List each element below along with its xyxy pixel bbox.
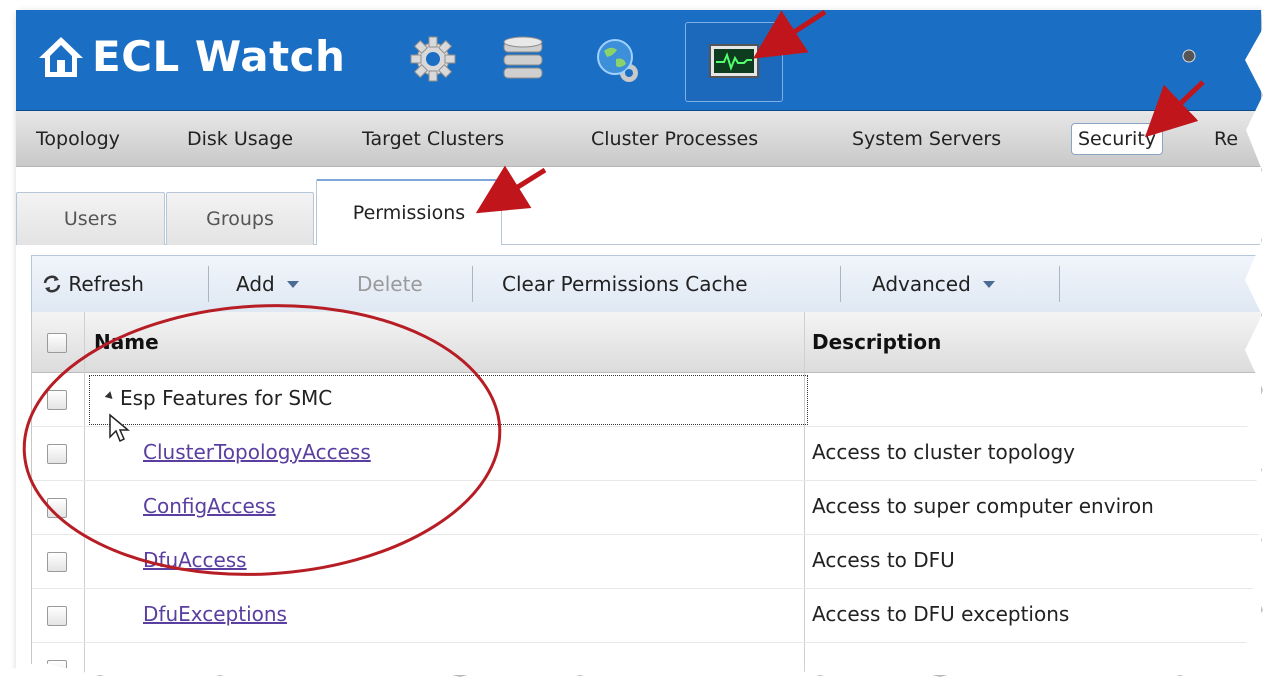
home-icon — [39, 36, 83, 77]
refresh-icon — [43, 275, 61, 293]
refresh-button[interactable]: Refresh — [42, 272, 144, 296]
permission-link[interactable]: ConfigAccess — [143, 494, 276, 518]
permission-description: Access to super computer environ — [812, 494, 1154, 518]
advanced-button[interactable]: Advanced — [872, 272, 996, 296]
column-name[interactable]: Name — [94, 330, 159, 354]
tab-permissions[interactable]: Permissions — [316, 179, 502, 245]
tab-groups-label: Groups — [206, 208, 274, 230]
clear-permissions-cache-button[interactable]: Clear Permissions Cache — [502, 272, 748, 296]
chevron-down-icon — [983, 281, 996, 288]
grid-header: Name Description — [32, 312, 1261, 373]
nav-system-servers[interactable]: System Servers — [852, 128, 1001, 150]
nav-resources[interactable]: Re — [1214, 128, 1238, 150]
permission-link[interactable]: DfuExceptions — [143, 602, 287, 626]
ecl-watch-window: ECL Watch Topology Disk Usage Target Clu… — [16, 10, 1261, 675]
nav-topology[interactable]: Topology — [36, 128, 120, 150]
toolbar-divider — [840, 266, 841, 302]
toolbar-divider — [208, 266, 209, 302]
main-nav: Topology Disk Usage Target Clusters Clus… — [16, 111, 1261, 167]
delete-button[interactable]: Delete — [357, 272, 423, 296]
globe-icon[interactable] — [588, 32, 642, 86]
group-row[interactable]: Esp Features for SMC — [32, 373, 1261, 443]
tab-permissions-label: Permissions — [352, 202, 466, 224]
nav-target-clusters[interactable]: Target Clusters — [362, 128, 504, 150]
add-label: Add — [236, 272, 275, 296]
permission-link[interactable]: ClusterTopologyAccess — [143, 440, 371, 464]
group-label: Esp Features for SMC — [120, 386, 333, 410]
row-checkbox[interactable] — [47, 444, 67, 464]
row-checkbox[interactable] — [47, 498, 67, 518]
table-row[interactable]: ConfigAccess Access to super computer en… — [32, 481, 1261, 535]
row-checkbox[interactable] — [47, 390, 67, 410]
status-dot-icon — [1181, 48, 1197, 64]
gear-icon[interactable] — [406, 32, 460, 86]
table-row[interactable]: DfuAccess Access to DFU — [32, 535, 1261, 589]
row-checkbox[interactable] — [47, 606, 67, 626]
toolbar-divider — [1059, 266, 1060, 302]
row-checkbox[interactable] — [47, 660, 67, 675]
select-all-checkbox[interactable] — [47, 333, 67, 353]
permission-description: Access to DFU — [812, 548, 955, 572]
monitor-button[interactable] — [685, 22, 783, 102]
tab-users[interactable]: Users — [16, 192, 165, 245]
nav-cluster-processes[interactable]: Cluster Processes — [591, 128, 758, 150]
permission-description: Access to cluster topology — [812, 440, 1075, 464]
column-description[interactable]: Description — [812, 330, 941, 354]
nav-security[interactable]: Security — [1071, 123, 1164, 155]
app-title: ECL Watch — [92, 32, 346, 81]
advanced-label: Advanced — [872, 272, 971, 296]
permission-link[interactable]: DfuAccess — [143, 548, 247, 572]
refresh-label: Refresh — [68, 272, 144, 296]
nav-disk-usage[interactable]: Disk Usage — [187, 128, 293, 150]
app-logo[interactable]: ECL Watch — [36, 32, 345, 81]
security-tabs: Users Groups Permissions — [16, 167, 1261, 245]
table-row[interactable]: DfuExceptions Access to DFU exceptions — [32, 589, 1261, 643]
toolbar-divider — [472, 266, 473, 302]
collapse-icon[interactable] — [104, 391, 116, 402]
database-icon[interactable] — [496, 32, 550, 86]
permissions-grid: Name Description Esp Features for SMC Cl… — [31, 312, 1261, 675]
table-row[interactable] — [32, 643, 1261, 675]
tab-users-label: Users — [63, 208, 118, 230]
group-cell: Esp Features for SMC — [89, 375, 808, 425]
add-button[interactable]: Add — [236, 272, 300, 296]
table-row[interactable]: ClusterTopologyAccess Access to cluster … — [32, 427, 1261, 481]
chevron-down-icon — [287, 281, 300, 288]
app-header: ECL Watch — [16, 10, 1261, 111]
monitor-icon — [709, 44, 759, 78]
permission-description: Access to DFU exceptions — [812, 602, 1070, 626]
permissions-toolbar: Refresh Add Delete Clear Permissions Cac… — [31, 255, 1261, 313]
tab-groups[interactable]: Groups — [166, 192, 314, 245]
row-checkbox[interactable] — [47, 552, 67, 572]
